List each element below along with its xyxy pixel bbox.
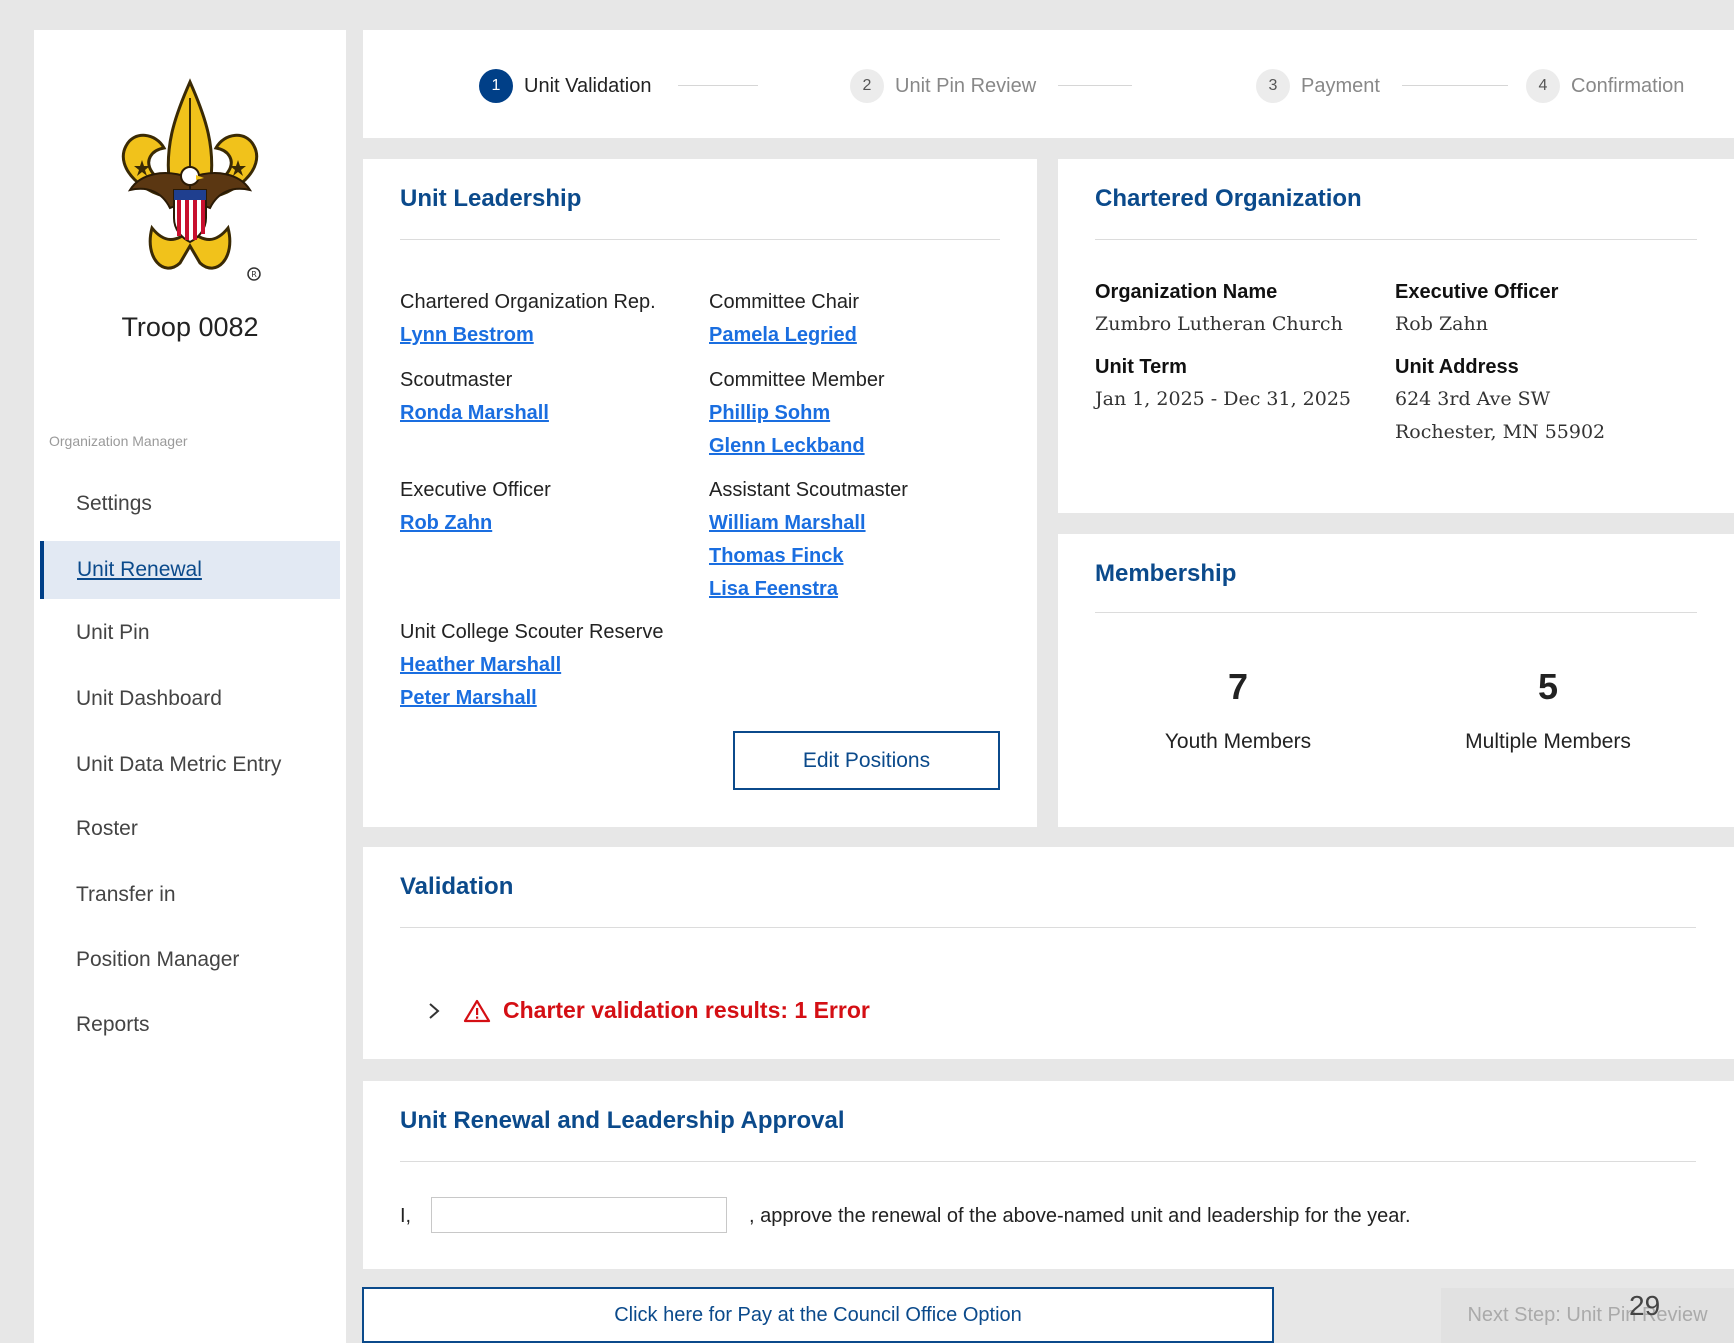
warning-icon [463,999,491,1023]
leader-link[interactable]: Thomas Finck [709,545,843,568]
page-number: 29 [1629,1290,1661,1321]
unit-term-value: Jan 1, 2025 - Dec 31, 2025 [1095,388,1352,410]
validation-result-text: Charter validation results: 1 Error [503,997,870,1023]
sidebar-item-label: Position Manager [76,948,240,971]
leader-link[interactable]: Lynn Bestrom [400,324,534,347]
sidebar-item-roster[interactable]: Roster [40,800,340,858]
position-label: Assistant Scoutmaster [709,479,908,501]
approval-prefix: I, [400,1205,412,1227]
step-number: 2 [850,69,884,103]
step-number: 3 [1256,69,1290,103]
sidebar-item-unit-data-metric-entry[interactable]: Unit Data Metric Entry [40,736,340,794]
divider [400,927,1696,928]
position-label: Chartered Organization Rep. [400,291,656,313]
card-title: Unit Renewal and Leadership Approval [400,1107,845,1134]
sidebar-item-transfer-in[interactable]: Transfer in [40,866,340,924]
org-name-value: Zumbro Lutheran Church [1095,313,1343,335]
youth-members-label: Youth Members [1164,730,1312,753]
svg-text:R: R [251,270,257,279]
step-payment[interactable]: 3 Payment [1256,68,1380,104]
sidebar-item-label: Unit Renewal [77,558,202,581]
sidebar-item-label: Unit Data Metric Entry [76,753,282,776]
leader-link[interactable]: William Marshall [709,512,866,535]
step-label: Payment [1301,74,1380,97]
card-title: Membership [1095,560,1237,587]
step-unit-validation[interactable]: 1 Unit Validation [479,68,651,104]
card-title: Validation [400,873,514,900]
divider [1095,612,1697,613]
step-label: Confirmation [1571,74,1685,97]
divider [400,1161,1696,1162]
validation-card: Validation Charter validation results: 1… [363,847,1734,1059]
step-number: 4 [1526,69,1560,103]
sidebar-item-label: Unit Dashboard [76,687,222,710]
org-name-label: Organization Name [1095,281,1278,303]
step-connector [1402,85,1508,86]
step-connector [678,85,758,86]
card-title: Unit Leadership [400,185,582,212]
approval-statement: , approve the renewal of the above-named… [749,1205,1411,1227]
step-unit-pin-review[interactable]: 2 Unit Pin Review [850,68,1036,104]
chartered-organization-card: Chartered Organization Organization Name… [1058,159,1734,513]
divider [400,239,1000,240]
step-label: Unit Validation [524,74,652,97]
step-connector [1058,85,1132,86]
pay-at-council-button[interactable]: Click here for Pay at the Council Office… [362,1287,1274,1343]
leader-link[interactable]: Glenn Leckband [709,435,865,458]
leader-link[interactable]: Lisa Feenstra [709,578,838,601]
approval-card: Unit Renewal and Leadership Approval I, … [363,1081,1734,1269]
leader-link[interactable]: Peter Marshall [400,687,537,710]
exec-officer-value: Rob Zahn [1395,313,1488,335]
sidebar-item-label: Unit Pin [76,621,150,644]
validation-results-toggle[interactable]: Charter validation results: 1 Error [423,997,870,1024]
leader-link[interactable]: Ronda Marshall [400,402,549,425]
troop-name: Troop 0082 [121,312,259,342]
sidebar-section-label: Organization Manager [49,433,188,449]
sidebar-item-unit-renewal[interactable]: Unit Renewal [40,541,340,599]
unit-address-label: Unit Address [1395,356,1519,378]
sidebar-item-label: Transfer in [76,883,176,906]
unit-term-label: Unit Term [1095,356,1187,378]
edit-positions-button[interactable]: Edit Positions [733,731,1000,790]
position-label: Scoutmaster [400,369,513,391]
membership-card: Membership 7 Youth Members 5 Multiple Me… [1058,534,1734,827]
position-label: Committee Chair [709,291,860,313]
position-label: Unit College Scouter Reserve [400,621,664,643]
sidebar-item-settings[interactable]: Settings [40,475,340,533]
leader-link[interactable]: Rob Zahn [400,512,492,535]
bsa-fleur-de-lis-logo: R [122,78,261,281]
unit-address-line1: 624 3rd Ave SW [1395,388,1551,410]
sidebar: R Troop 0082 Organization Manager Settin… [34,30,346,1343]
sidebar-item-unit-pin[interactable]: Unit Pin [40,604,340,662]
approver-name-input[interactable] [431,1197,727,1233]
sidebar-item-label: Reports [76,1013,150,1036]
unit-leadership-card: Unit Leadership Chartered Organization R… [363,159,1037,827]
unit-address-line2: Rochester, MN 55902 [1395,421,1606,443]
sidebar-item-reports[interactable]: Reports [40,996,340,1054]
step-confirmation[interactable]: 4 Confirmation [1526,68,1684,104]
step-number: 1 [479,69,513,103]
next-step-button[interactable]: Next Step: Unit Pin Review [1441,1288,1734,1343]
divider [1095,239,1697,240]
youth-members-count: 7 [1227,666,1249,707]
chevron-right-icon [423,1000,445,1022]
leader-link[interactable]: Heather Marshall [400,654,561,677]
position-label: Executive Officer [400,479,551,501]
sidebar-item-label: Roster [76,817,138,840]
card-title: Chartered Organization [1095,185,1362,212]
sidebar-item-label: Settings [76,492,152,515]
position-label: Committee Member [709,369,885,391]
sidebar-item-unit-dashboard[interactable]: Unit Dashboard [40,670,340,728]
step-label: Unit Pin Review [895,74,1037,97]
multiple-members-count: 5 [1537,666,1559,707]
leader-link[interactable]: Phillip Sohm [709,402,830,425]
sidebar-item-position-manager[interactable]: Position Manager [40,931,340,989]
multiple-members-label: Multiple Members [1465,730,1631,753]
leader-link[interactable]: Pamela Legried [709,324,857,347]
exec-officer-label: Executive Officer [1395,281,1559,303]
